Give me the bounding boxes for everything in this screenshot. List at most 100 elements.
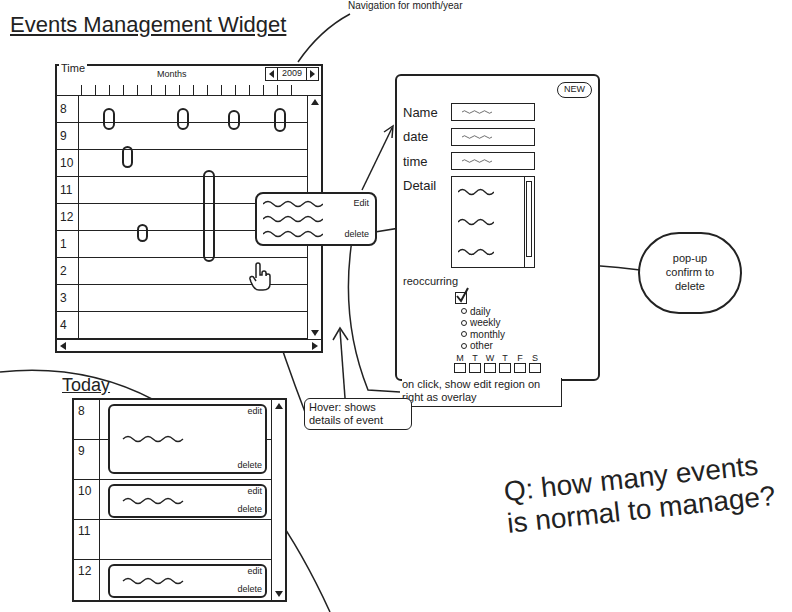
hour-label: 12 [57,204,79,230]
event-popover: Edit delete [255,192,377,246]
calendar-event[interactable] [122,146,133,168]
edit-link[interactable]: edit [247,407,262,417]
new-button[interactable]: NEW [557,82,592,98]
question-annotation: Q: how many events is normal to manage? [502,448,777,540]
edit-form-panel: NEW Namedatetime Detail reoccurring dail… [395,74,600,381]
day-checkbox[interactable] [469,363,481,373]
radio-button[interactable] [461,320,467,326]
onclick-annotation: on click, show edit region on right as o… [402,378,562,407]
hour-cell[interactable] [79,312,307,338]
recurring-label: reoccurring [403,273,592,290]
detail-scrollbar[interactable] [524,177,534,267]
squiggle [462,108,492,116]
nav-annotation: Navigation for month/year [348,0,463,12]
recurrence-option[interactable]: daily [461,306,592,318]
today-event[interactable]: edit delete [108,564,267,598]
day-checkbox[interactable] [454,363,466,373]
event-actions: edit delete [237,566,262,596]
calendar-event[interactable] [137,224,148,242]
scroll-up-icon[interactable] [275,403,283,409]
hour-row: 3 [57,285,307,312]
scroll-thumb[interactable] [526,181,532,257]
recurrence-option[interactable]: weekly [461,317,592,329]
popover-edit-button[interactable]: Edit [353,197,369,211]
day-toggle[interactable]: W [483,354,497,374]
day-checkbox[interactable] [514,363,526,373]
delete-link[interactable]: delete [237,505,262,515]
day-toggle[interactable]: T [498,354,512,374]
day-checkbox[interactable] [529,363,541,373]
today-grid: 89101112editdeleteeditdeleteeditdelete [74,400,271,600]
hour-cell[interactable] [79,150,307,176]
today-event[interactable]: edit delete [108,484,267,518]
scroll-up-icon[interactable] [311,99,319,105]
hour-label: 9 [57,123,79,149]
event-summary [118,486,188,516]
checkmark-icon [455,287,469,303]
radio-button[interactable] [461,308,467,314]
scroll-right-icon[interactable] [312,342,318,350]
field-input[interactable] [451,103,535,121]
edit-link[interactable]: edit [247,487,262,497]
squiggle [462,157,492,165]
today-scrollbar[interactable] [271,400,285,600]
radio-button[interactable] [461,343,467,349]
edit-link[interactable]: edit [247,567,262,577]
delete-link[interactable]: delete [237,461,262,471]
form-field: Name [403,103,592,123]
scroll-left-icon[interactable] [60,342,66,350]
hour-label: 11 [74,520,100,559]
day-toggle[interactable]: F [513,354,527,374]
squiggle [118,435,188,443]
left-arrow-icon [269,70,274,78]
detail-textarea[interactable] [451,176,535,268]
today-hour-row: 11 [74,520,271,560]
day-checkbox[interactable] [499,363,511,373]
radio-button[interactable] [461,331,467,337]
next-year-button[interactable] [306,68,318,80]
prev-year-button[interactable] [266,68,278,80]
year-navigation: 2009 [265,67,319,81]
recurrence-option[interactable]: monthly [461,329,592,341]
horizontal-scrollbar[interactable] [57,339,321,351]
hour-label: 10 [74,480,100,519]
squiggle [263,230,323,238]
event-summary [118,406,188,472]
option-label: other [470,340,493,352]
calendar-event[interactable] [228,110,240,130]
calendar-event[interactable] [177,108,189,130]
hour-label: 8 [57,96,79,122]
hour-label: 11 [57,177,79,203]
sketch-canvas: Events Management Widget Navigation for … [0,0,792,612]
field-label: time [403,152,447,172]
hour-cell[interactable] [100,520,271,559]
field-input[interactable] [451,152,535,170]
event-summary [118,566,188,596]
hour-row: 9 [57,123,307,150]
popover-delete-button[interactable]: delete [344,228,369,242]
recurring-checkbox[interactable] [455,292,467,304]
option-label: monthly [470,329,505,341]
hour-label: 3 [57,285,79,311]
hour-label: 9 [74,440,100,479]
squiggle [263,215,323,223]
field-input[interactable] [451,128,535,146]
calendar-event[interactable] [274,108,286,132]
calendar-event[interactable] [103,108,115,130]
today-event[interactable]: edit delete [108,404,267,474]
hour-cell[interactable] [79,285,307,311]
hour-cell[interactable] [79,258,307,284]
day-toggle[interactable]: M [453,354,467,374]
day-toggle[interactable]: T [468,354,482,374]
form-field: date [403,127,592,147]
scroll-down-icon[interactable] [311,330,319,336]
day-toggle[interactable]: S [528,354,542,374]
squiggle [118,497,188,505]
hour-label: 4 [57,312,79,338]
today-title: Today [62,372,110,399]
calendar-event[interactable] [203,170,215,262]
day-checkbox[interactable] [484,363,496,373]
recurrence-option[interactable]: other [461,340,592,352]
scroll-down-icon[interactable] [275,591,283,597]
delete-link[interactable]: delete [237,585,262,595]
